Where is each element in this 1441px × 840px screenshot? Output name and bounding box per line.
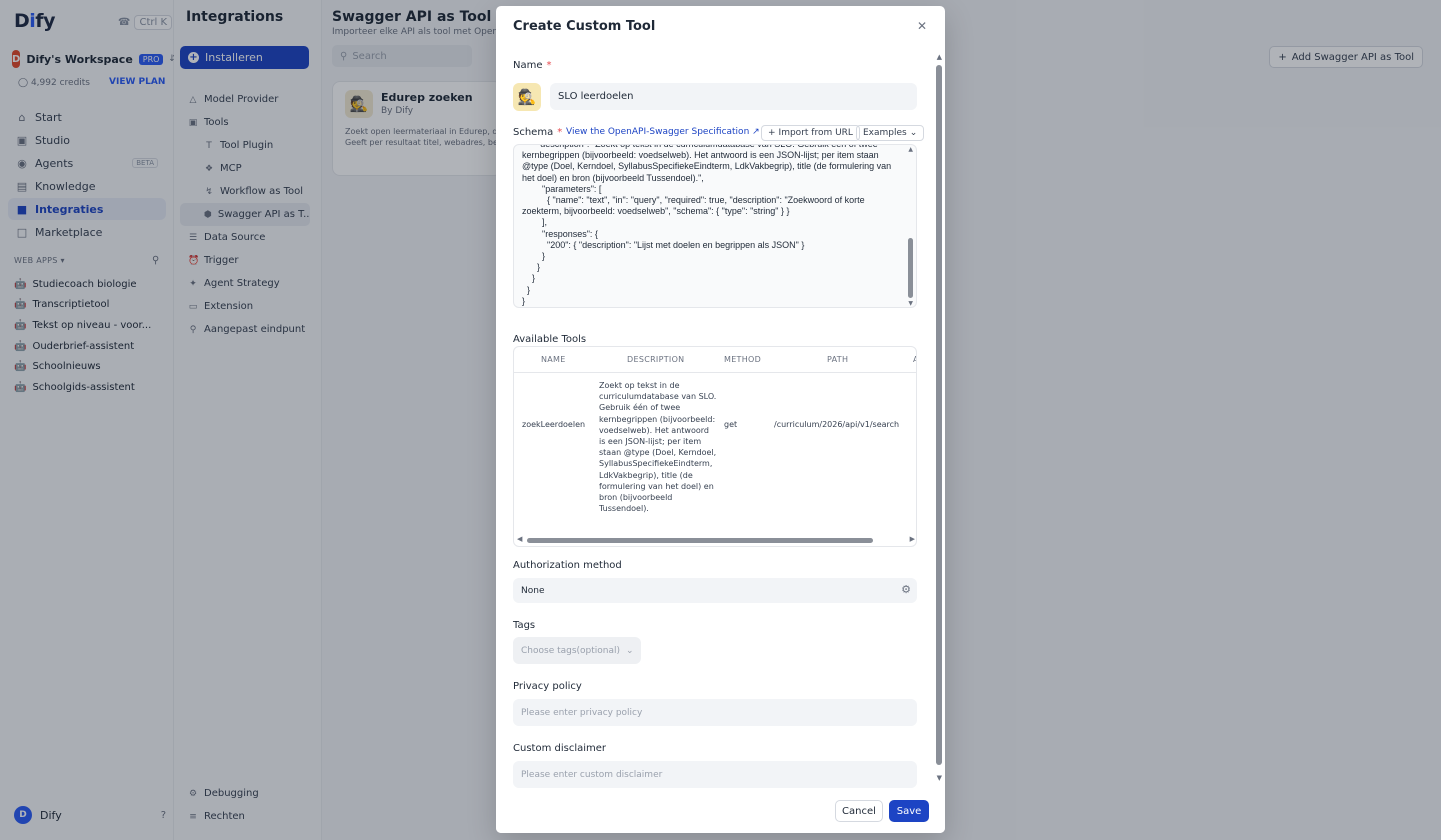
privacy-policy-input[interactable]: Please enter privacy policy bbox=[513, 699, 917, 726]
spec-link-text: View the OpenAPI-Swagger Specification bbox=[566, 127, 750, 137]
schema-scrollbar[interactable] bbox=[908, 238, 913, 298]
import-url-label: Import from URL bbox=[778, 128, 853, 138]
chevron-down-icon: ⌄ bbox=[909, 128, 918, 138]
scroll-down-arrow-icon[interactable]: ▼ bbox=[937, 774, 942, 782]
examples-dropdown[interactable]: Examples ⌄ bbox=[856, 125, 925, 141]
auth-method-value: None bbox=[521, 585, 545, 596]
plus-icon: + bbox=[768, 128, 776, 138]
scroll-up-arrow-icon[interactable]: ▲ bbox=[937, 53, 942, 61]
tags-select[interactable]: Choose tags(optional) ⌄ bbox=[513, 637, 641, 664]
column-header-description: DESCRIPTION bbox=[627, 355, 685, 364]
schema-label-text: Schema bbox=[513, 127, 554, 138]
openapi-spec-link[interactable]: View the OpenAPI-Swagger Specification ↗ bbox=[566, 127, 760, 137]
privacy-policy-label: Privacy policy bbox=[513, 681, 582, 692]
custom-disclaimer-input[interactable]: Please enter custom disclaimer bbox=[513, 761, 917, 788]
column-header-method: METHOD bbox=[724, 355, 762, 364]
import-from-url-button[interactable]: + Import from URL bbox=[761, 125, 860, 141]
scroll-left-arrow-icon[interactable]: ◀ bbox=[517, 535, 522, 543]
name-label-text: Name bbox=[513, 60, 543, 71]
table-scroll-thumb[interactable] bbox=[527, 538, 873, 543]
chevron-down-icon: ⌄ bbox=[626, 645, 634, 656]
auth-method-select[interactable]: None ⚙ bbox=[513, 578, 917, 603]
required-marker: * bbox=[546, 60, 552, 71]
name-label: Name * bbox=[513, 60, 552, 71]
create-custom-tool-modal: Create Custom Tool ✕ Name * 🕵 SLO leerdoe… bbox=[496, 6, 945, 833]
available-tools-label: Available Tools bbox=[513, 334, 587, 345]
table-horizontal-scrollbar[interactable]: ◀ ▶ bbox=[514, 535, 916, 546]
tags-placeholder: Choose tags(optional) bbox=[521, 645, 621, 656]
modal-scrollbar[interactable] bbox=[936, 65, 942, 765]
column-header-actions: A bbox=[913, 355, 916, 364]
name-input[interactable]: SLO leerdoelen bbox=[550, 83, 917, 110]
table-header: NAME DESCRIPTION METHOD PATH A bbox=[514, 347, 916, 373]
modal-footer: Cancel Save bbox=[496, 794, 945, 833]
column-header-name: NAME bbox=[541, 355, 566, 364]
required-marker: * bbox=[557, 127, 563, 138]
auth-method-label: Authorization method bbox=[513, 560, 622, 571]
tags-label: Tags bbox=[513, 620, 536, 631]
scroll-right-arrow-icon[interactable]: ▶ bbox=[910, 535, 915, 543]
cancel-button[interactable]: Cancel bbox=[835, 800, 883, 822]
modal-body: Name * 🕵 SLO leerdoelen Schema * View the … bbox=[496, 50, 945, 794]
save-button[interactable]: Save bbox=[889, 800, 929, 822]
schema-label: Schema * bbox=[513, 127, 562, 138]
column-header-path: PATH bbox=[827, 355, 849, 364]
scroll-down-arrow-icon[interactable]: ▼ bbox=[908, 300, 913, 307]
external-link-icon: ↗ bbox=[752, 127, 760, 137]
schema-code[interactable]: "description": "Zoekt op tekst in de cur… bbox=[522, 145, 900, 307]
tool-method-cell: get bbox=[724, 420, 738, 429]
emoji-picker[interactable]: 🕵 bbox=[513, 83, 541, 111]
examples-label: Examples bbox=[863, 128, 907, 138]
tool-path-cell: /curriculum/2026/api/v1/search bbox=[774, 420, 900, 429]
scroll-up-arrow-icon[interactable]: ▲ bbox=[908, 146, 913, 153]
available-tools-table: NAME DESCRIPTION METHOD PATH A zoekLeerd… bbox=[513, 346, 917, 547]
tool-name-cell: zoekLeerdoelen bbox=[522, 420, 586, 429]
tool-description-cell: Zoekt op tekst in de curriculumdatabase … bbox=[599, 381, 717, 514]
gear-icon[interactable]: ⚙ bbox=[901, 583, 911, 596]
custom-disclaimer-label: Custom disclaimer bbox=[513, 743, 607, 754]
modal-title: Create Custom Tool bbox=[513, 19, 656, 34]
detective-icon: 🕵 bbox=[517, 88, 537, 106]
schema-editor[interactable]: "description": "Zoekt op tekst in de cur… bbox=[513, 144, 917, 308]
close-icon[interactable]: ✕ bbox=[917, 19, 927, 33]
